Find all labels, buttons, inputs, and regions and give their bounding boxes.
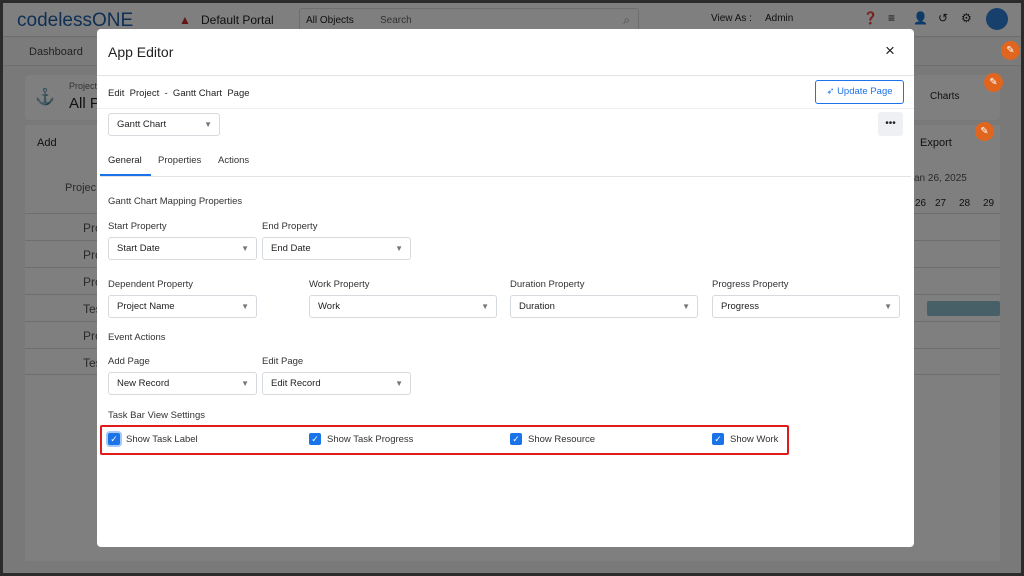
modal-title: App Editor [108,44,174,60]
more-options-button[interactable]: ••• [878,112,903,136]
edit-page-label: Edit Page [262,356,304,367]
chevron-down-icon: ▼ [241,244,249,253]
page-select-value: Gantt Chart [117,119,167,130]
update-page-button[interactable]: ➶ Update Page [815,80,904,104]
tab-properties[interactable]: Properties [158,155,201,166]
select-value: New Record [117,378,170,389]
show-resource-checkbox[interactable]: ✓ Show Resource [510,433,595,445]
chevron-down-icon: ▼ [481,302,489,311]
select-value: Progress [721,301,760,312]
divider [97,108,914,109]
edit-pencil-icon[interactable]: ✎ [1001,41,1020,60]
chevron-down-icon: ▼ [241,302,249,311]
select-value: Work [318,301,340,312]
chevron-down-icon: ▼ [241,379,249,388]
dependent-property-select[interactable]: Project Name ▼ [108,295,257,318]
progress-property-select[interactable]: Progress ▼ [712,295,900,318]
edit-pencil-icon[interactable]: ✎ [975,122,994,141]
show-work-checkbox[interactable]: ✓ Show Work [712,433,778,445]
edit-page-select[interactable]: Edit Record ▼ [262,372,411,395]
tabs-divider [100,176,911,177]
checkbox-label: Show Work [730,433,779,445]
checkbox-checked-icon: ✓ [108,433,120,445]
checkbox-label: Show Task Label [126,433,198,445]
chevron-down-icon: ▼ [682,302,690,311]
work-property-select[interactable]: Work ▼ [309,295,497,318]
update-page-label: Update Page [837,86,893,97]
end-property-select[interactable]: End Date ▼ [262,237,411,260]
show-task-progress-checkbox[interactable]: ✓ Show Task Progress [309,433,413,445]
breadcrumb: Edit Project - Gantt Chart Page [108,88,250,99]
select-value: Project Name [117,301,175,312]
select-value: Start Date [117,243,160,254]
end-property-label: End Property [262,221,318,232]
highlight-box [100,425,789,455]
section-events: Event Actions [108,332,166,343]
divider [97,75,914,76]
duration-property-select[interactable]: Duration ▼ [510,295,698,318]
checkbox-checked-icon: ✓ [510,433,522,445]
start-property-select[interactable]: Start Date ▼ [108,237,257,260]
checkbox-checked-icon: ✓ [309,433,321,445]
duration-property-label: Duration Property [510,279,585,290]
tab-actions[interactable]: Actions [218,155,249,166]
chevron-down-icon: ▼ [204,120,212,129]
checkbox-label: Show Task Progress [327,433,414,445]
add-page-label: Add Page [108,356,150,367]
add-page-select[interactable]: New Record ▼ [108,372,257,395]
checkbox-checked-icon: ✓ [712,433,724,445]
close-icon[interactable]: × [885,41,895,61]
progress-property-label: Progress Property [712,279,789,290]
app-editor-modal: App Editor × Edit Project - Gantt Chart … [97,29,914,547]
page-select[interactable]: Gantt Chart ▼ [108,113,220,136]
rocket-icon: ➶ [826,86,835,97]
chevron-down-icon: ▼ [395,379,403,388]
section-taskbar: Task Bar View Settings [108,410,205,421]
section-mapping: Gantt Chart Mapping Properties [108,196,243,207]
select-value: Edit Record [271,378,321,389]
work-property-label: Work Property [309,279,370,290]
chevron-down-icon: ▼ [395,244,403,253]
tab-general[interactable]: General [108,155,142,166]
show-task-label-checkbox[interactable]: ✓ Show Task Label [108,433,198,445]
select-value: End Date [271,243,311,254]
chevron-down-icon: ▼ [884,302,892,311]
dependent-property-label: Dependent Property [108,279,194,290]
checkbox-label: Show Resource [528,433,596,445]
start-property-label: Start Property [108,221,167,232]
edit-pencil-icon[interactable]: ✎ [984,73,1003,92]
select-value: Duration [519,301,555,312]
